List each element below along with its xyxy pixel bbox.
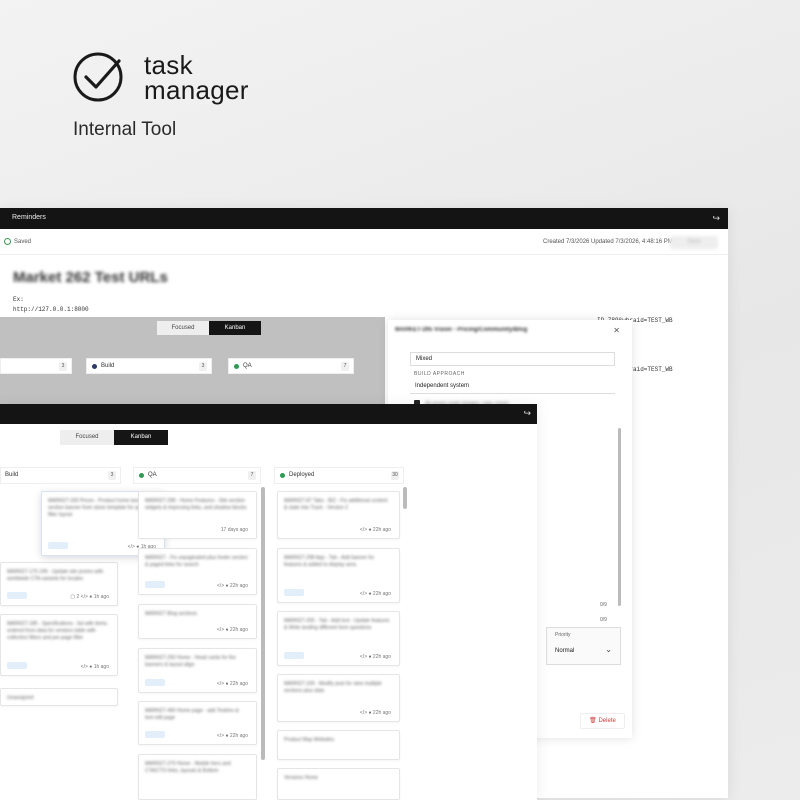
column-label: QA xyxy=(148,472,157,478)
doc-line-ex: Ex: xyxy=(13,296,24,303)
card-tag xyxy=(7,592,27,599)
tab-kanban[interactable]: Kanban xyxy=(114,430,168,445)
view-toggle: Focused Kanban xyxy=(157,321,261,335)
select-counter-1[interactable]: 0/9 xyxy=(600,602,607,608)
view-toggle: Focused Kanban xyxy=(60,430,168,445)
column-header-build: Build 3 xyxy=(86,358,212,374)
priority-value: Normal xyxy=(555,648,575,654)
card-tag xyxy=(284,652,304,659)
card-meta: </> ● 22h ago xyxy=(359,527,391,533)
delete-button[interactable]: 🗑 Delete xyxy=(580,713,625,729)
column-label: QA xyxy=(243,363,252,369)
created-date: Created 7/3/2026 xyxy=(543,239,590,245)
close-icon[interactable]: ✕ xyxy=(613,326,620,335)
build-approach-field[interactable]: Independent system xyxy=(410,380,615,394)
saved-status: Saved xyxy=(14,239,32,245)
card-tag xyxy=(145,581,165,588)
nav-title[interactable]: Reminders xyxy=(12,214,46,221)
task-card[interactable]: MARKET-298 - Home Features - Site sectio… xyxy=(138,491,257,539)
task-card[interactable]: MARKET-270 Home - Mobile hero and CTA/CT… xyxy=(138,754,257,800)
document-title[interactable]: Market 262 Test URLs xyxy=(13,269,168,286)
card-tag xyxy=(48,542,68,549)
task-card[interactable]: Versions Home xyxy=(277,768,400,800)
task-card[interactable]: Unassigned xyxy=(0,688,118,706)
build-approach-label: BUILD APPROACH xyxy=(414,371,465,377)
brand-title-line2: manager xyxy=(144,75,249,105)
task-card[interactable]: MARKET-109 - Modify post for view multip… xyxy=(277,674,400,722)
card-meta: </> ● 22h ago xyxy=(359,654,391,660)
logout-icon[interactable]: ↪ xyxy=(712,213,720,224)
card-meta: </> ● 1h ago xyxy=(80,664,109,670)
card-tag xyxy=(145,679,165,686)
column-count: 3 xyxy=(199,362,207,371)
column-scrollbar[interactable] xyxy=(261,487,265,760)
task-card[interactable]: Product Map Websites xyxy=(277,730,400,760)
modal-scrollbar[interactable] xyxy=(618,428,621,606)
card-meta: ▢ 2 </> ● 1h ago xyxy=(70,594,109,600)
priority-label: Priority xyxy=(555,632,571,638)
task-card[interactable]: MARKET - Fix unpaginated plus footer sec… xyxy=(138,548,257,595)
card-tag xyxy=(145,731,165,738)
status-dot xyxy=(139,473,144,478)
column-header-qa: QA 7 xyxy=(228,358,354,374)
status-dot xyxy=(234,364,239,369)
tab-focused[interactable]: Focused xyxy=(157,321,209,335)
logout-icon[interactable]: ↪ xyxy=(523,408,531,419)
column-count: 3 xyxy=(108,471,116,480)
task-card[interactable]: MARKET Blog sections </> ● 22h ago xyxy=(138,604,257,639)
task-card[interactable]: MARKET-250 Home - Head cards for the ban… xyxy=(138,648,257,693)
card-meta: </> ● 22h ago xyxy=(216,583,248,589)
column-header-qa: QA 7 xyxy=(133,467,261,484)
column-scrollbar[interactable] xyxy=(403,487,407,509)
top-nav-bar: ↪ xyxy=(0,404,537,424)
task-card[interactable]: MARKET-87 Tabs - BIZ - Fix additional co… xyxy=(277,491,400,539)
priority-select[interactable]: Priority Normal ⌄ xyxy=(546,627,621,665)
card-meta: </> ● 22h ago xyxy=(359,591,391,597)
column-count: 7 xyxy=(248,471,256,480)
top-nav-bar: Reminders ↪ xyxy=(0,208,728,229)
column-label: Build xyxy=(101,363,115,369)
checkmark-circle-logo-icon xyxy=(73,52,123,102)
doc-line-url: http://127.0.0.1:8000 xyxy=(13,306,89,313)
front-window: ↪ Focused Kanban Build 3 QA 7 Deployed 3… xyxy=(0,404,537,800)
chevron-down-icon: ⌄ xyxy=(605,645,612,654)
task-card[interactable]: MARKET-185 - Specifications - list with … xyxy=(0,614,118,676)
card-meta: </> ● 22h ago xyxy=(359,710,391,716)
updated-date: Updated 7/3/2026, 4:48:16 PM xyxy=(591,239,673,245)
card-meta: </> ● 22h ago xyxy=(216,627,248,633)
brand-subtitle: Internal Tool xyxy=(73,119,177,140)
card-meta: 17 days ago xyxy=(220,527,248,533)
task-card[interactable]: MARKET-170-199 - Update site promo with … xyxy=(0,562,118,606)
column-header-build: Build 3 xyxy=(0,467,121,484)
status-dot xyxy=(92,364,97,369)
column-count: 3 xyxy=(59,362,67,371)
status-dot xyxy=(280,473,285,478)
tab-kanban[interactable]: Kanban xyxy=(209,321,261,335)
column-label: Build xyxy=(5,472,19,478)
column-label: Deployed xyxy=(289,472,315,478)
save-button[interactable]: Save xyxy=(670,236,718,249)
column-header-partial: 3 xyxy=(0,358,72,374)
task-card[interactable]: MARKET-298 App - Tab - Add banner for fe… xyxy=(277,548,400,603)
tab-focused[interactable]: Focused xyxy=(60,430,114,445)
column-header-deployed: Deployed 30 xyxy=(274,467,404,484)
task-card[interactable]: MARKET-200 - Tab - Add text - Update fea… xyxy=(277,611,400,666)
modal-title: MARKET-295 Vision - Pricing/Community/Bl… xyxy=(395,327,528,333)
card-meta: </> ● 22h ago xyxy=(216,733,248,739)
saved-check-icon xyxy=(4,238,11,245)
column-count: 7 xyxy=(341,362,349,371)
card-tag xyxy=(7,662,27,669)
card-tag xyxy=(284,589,304,596)
type-field[interactable]: Mixed xyxy=(410,352,615,366)
column-count: 30 xyxy=(391,471,399,480)
task-card[interactable]: MARKET-490 Home page - add Testimo & tex… xyxy=(138,701,257,745)
brand-block: task manager Internal Tool xyxy=(72,48,332,148)
card-meta: </> ● 22h ago xyxy=(216,681,248,687)
document-status-row: Saved Created 7/3/2026 Updated 7/3/2026,… xyxy=(0,229,728,255)
select-counter-2[interactable]: 0/9 xyxy=(600,617,607,623)
